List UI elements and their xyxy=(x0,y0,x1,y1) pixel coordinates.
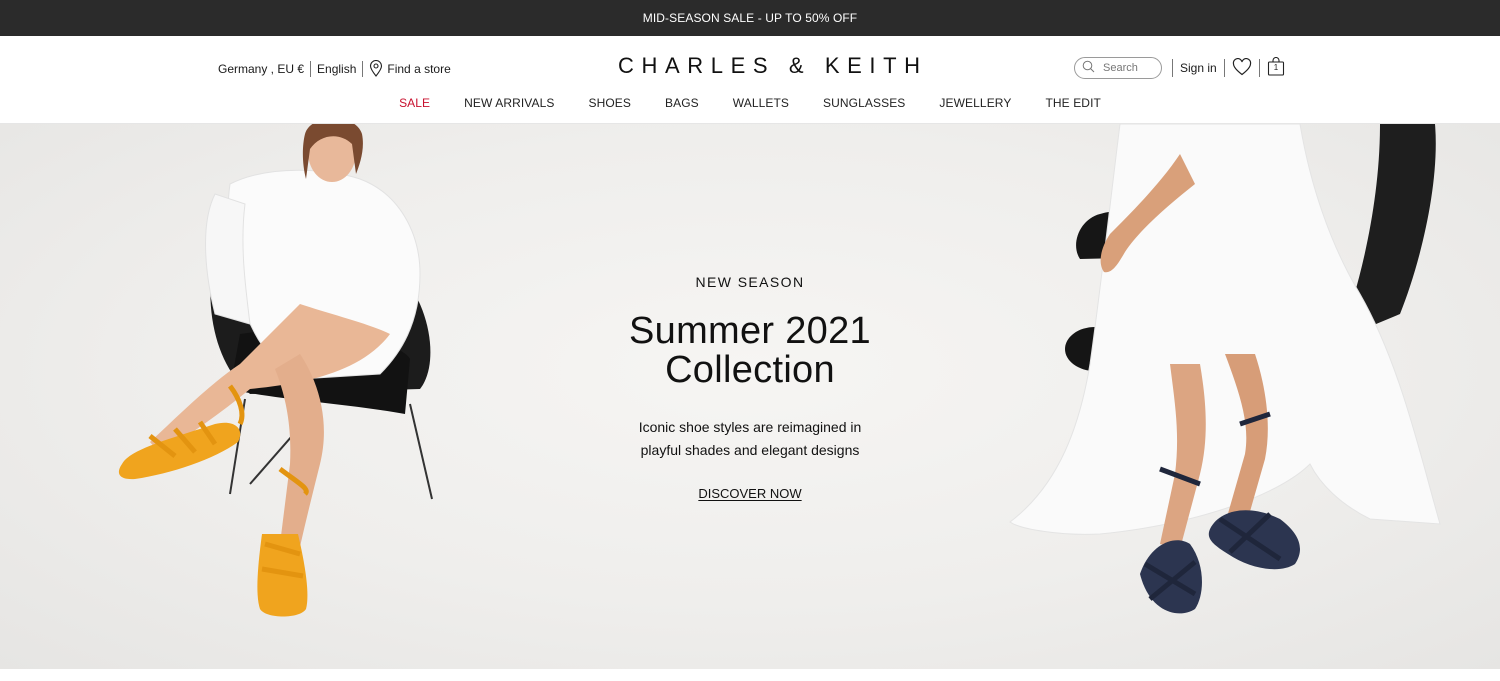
divider xyxy=(1172,59,1173,77)
search-icon xyxy=(1082,60,1095,76)
page-below-fold xyxy=(0,669,1500,681)
hero-description: Iconic shoe styles are reimagined in pla… xyxy=(575,416,925,462)
discover-now-link[interactable]: DISCOVER NOW xyxy=(698,486,801,501)
hero-title: Summer 2021 Collection xyxy=(575,312,925,390)
nav-item-the-edit[interactable]: THE EDIT xyxy=(1045,96,1100,110)
region-selector[interactable]: Germany , EU € xyxy=(218,62,304,76)
nav-item-wallets[interactable]: WALLETS xyxy=(733,96,789,110)
nav-item-sunglasses[interactable]: SUNGLASSES xyxy=(823,96,905,110)
promo-text[interactable]: MID-SEASON SALE - UP TO 50% OFF xyxy=(643,11,858,25)
cart-button[interactable]: 1 xyxy=(1267,57,1285,79)
brand-logo[interactable]: CHARLES & KEITH xyxy=(618,53,920,79)
sign-in-link[interactable]: Sign in xyxy=(1180,61,1217,75)
wishlist-button[interactable] xyxy=(1232,57,1252,79)
hero-text-block: NEW SEASON Summer 2021 Collection Iconic… xyxy=(575,274,925,503)
nav-item-bags[interactable]: BAGS xyxy=(665,96,699,110)
promo-banner[interactable]: MID-SEASON SALE - UP TO 50% OFF xyxy=(0,0,1500,36)
nav-item-sale[interactable]: SALE xyxy=(399,96,430,110)
divider xyxy=(1258,59,1260,77)
search-input[interactable]: Search xyxy=(1074,57,1162,79)
site-header: Germany , EU € English Find a store CHAR… xyxy=(0,36,1500,124)
find-store-link[interactable]: Find a store xyxy=(369,60,451,77)
nav-item-jewellery[interactable]: JEWELLERY xyxy=(939,96,1011,110)
divider xyxy=(310,60,312,77)
divider xyxy=(362,60,364,77)
search-placeholder: Search xyxy=(1103,62,1138,74)
hero-description-line-1: Iconic shoe styles are reimagined in xyxy=(638,419,862,435)
hero-title-line-1: Summer 2021 xyxy=(629,310,871,352)
heart-icon xyxy=(1232,57,1252,79)
language-selector[interactable]: English xyxy=(317,62,356,76)
cart-count-badge: 1 xyxy=(1273,63,1279,72)
hero-description-line-2: playful shades and elegant designs xyxy=(640,442,860,458)
right-model-illustration xyxy=(1009,124,1441,614)
left-model-illustration xyxy=(118,124,433,617)
find-store-label: Find a store xyxy=(387,61,451,76)
header-utility-left: Germany , EU € English Find a store xyxy=(218,60,451,77)
divider xyxy=(1223,59,1225,77)
header-utility-right: Search Sign in 1 xyxy=(1074,57,1285,79)
hero-title-line-2: Collection xyxy=(665,349,835,391)
hero-eyebrow: NEW SEASON xyxy=(695,274,805,290)
hero-banner[interactable]: NEW SEASON Summer 2021 Collection Iconic… xyxy=(0,124,1500,669)
nav-item-shoes[interactable]: SHOES xyxy=(589,96,632,110)
location-pin-icon xyxy=(369,60,383,77)
nav-item-new-arrivals[interactable]: NEW ARRIVALS xyxy=(464,96,554,110)
main-navigation: SALE NEW ARRIVALS SHOES BAGS WALLETS SUN… xyxy=(0,96,1500,110)
